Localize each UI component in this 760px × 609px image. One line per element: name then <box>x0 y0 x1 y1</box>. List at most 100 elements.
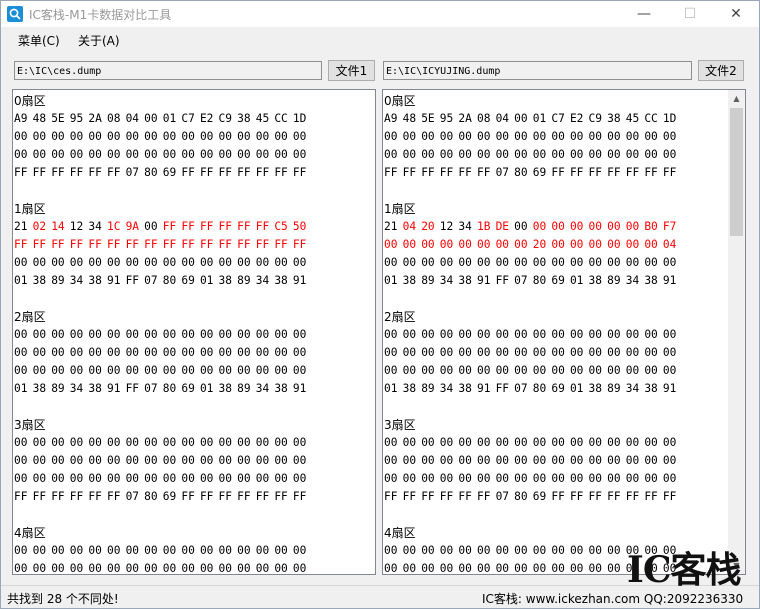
hex-byte: 00 <box>144 130 158 143</box>
hex-byte: 89 <box>51 274 65 287</box>
diff-byte: 00 <box>607 238 621 251</box>
hex-byte: 00 <box>255 256 270 269</box>
close-button[interactable]: ✕ <box>713 1 759 27</box>
hex-byte: 38 <box>458 382 472 395</box>
hex-byte: 00 <box>162 472 177 485</box>
hex-byte: 00 <box>237 544 251 557</box>
hex-byte: 00 <box>476 328 491 341</box>
hex-row: 00 00 00 00 00 00 00 00 00 00 00 00 00 00 00 00 <box>14 146 312 164</box>
maximize-button[interactable]: ☐ <box>667 1 713 27</box>
right-scrollbar[interactable]: ▲ ▼ <box>728 90 745 574</box>
hex-byte: FF <box>625 490 640 503</box>
file2-button[interactable]: 文件2 <box>698 60 744 81</box>
hex-byte: 00 <box>255 364 270 377</box>
hex-row: 01 38 89 34 38 91 FF 07 80 69 01 38 89 34 38 91 <box>14 380 312 398</box>
diff-byte: 00 <box>588 220 603 233</box>
hex-byte: C9 <box>218 112 233 125</box>
hex-byte: 00 <box>402 454 417 467</box>
spacer-row <box>384 182 682 200</box>
hex-byte: 00 <box>439 346 454 359</box>
hex-byte: 00 <box>569 148 584 161</box>
hex-byte: 00 <box>439 436 454 449</box>
left-dump-panel[interactable]: 0扇区 A9 48 5E 95 2A 08 04 00 01 C7 E2 C9 38 45 CC 1D 00 00 0… <box>12 89 376 575</box>
hex-byte: 38 <box>458 274 472 287</box>
diff-byte: C5 <box>274 220 288 233</box>
minimize-button[interactable]: — <box>621 1 667 27</box>
diff-byte: 04 <box>402 220 417 233</box>
hex-byte: 00 <box>384 436 398 449</box>
hex-byte: 00 <box>218 436 233 449</box>
hex-byte: 00 <box>162 256 177 269</box>
title-bar[interactable]: IC客栈-M1卡数据对比工具 — ☐ ✕ <box>1 1 759 27</box>
file1-path-field[interactable]: E:\IC\ces.dump <box>14 61 322 80</box>
hex-byte: 00 <box>274 454 288 467</box>
hex-byte: 00 <box>14 472 28 485</box>
hex-byte: 00 <box>237 346 251 359</box>
hex-byte: 00 <box>495 436 510 449</box>
hex-byte: 00 <box>532 454 547 467</box>
scroll-thumb[interactable] <box>730 108 743 236</box>
file1-button[interactable]: 文件1 <box>328 60 375 81</box>
hex-byte: FF <box>199 490 214 503</box>
hex-row: 00 00 00 00 00 00 00 00 00 00 00 00 00 00 00 00 <box>14 254 312 272</box>
menu-item-menu[interactable]: 菜单(C) <box>18 32 60 49</box>
hex-byte: 69 <box>551 382 565 395</box>
hex-byte: 00 <box>458 328 472 341</box>
hex-byte: 00 <box>495 472 510 485</box>
hex-byte: 00 <box>14 436 28 449</box>
diff-byte: 20 <box>532 238 547 251</box>
hex-byte: 00 <box>588 454 603 467</box>
hex-byte: 00 <box>439 148 454 161</box>
hex-byte: 5E <box>51 112 65 125</box>
hex-byte: FF <box>292 490 307 503</box>
hex-byte: 69 <box>162 490 177 503</box>
hex-byte: 00 <box>255 130 270 143</box>
hex-byte: 00 <box>551 148 565 161</box>
hex-byte: 00 <box>662 364 677 377</box>
hex-byte: 34 <box>88 220 102 233</box>
hex-byte: 00 <box>51 148 65 161</box>
scroll-up-icon[interactable]: ▲ <box>728 90 745 107</box>
hex-byte: 00 <box>69 472 84 485</box>
hex-byte: 00 <box>14 364 28 377</box>
hex-byte: 00 <box>181 436 195 449</box>
hex-byte: 00 <box>88 130 102 143</box>
hex-byte: 00 <box>569 328 584 341</box>
hex-byte: 00 <box>402 328 417 341</box>
hex-byte: 00 <box>402 346 417 359</box>
hex-byte: 00 <box>237 130 251 143</box>
diff-byte: DE <box>495 220 510 233</box>
hex-byte: FF <box>662 166 677 179</box>
hex-byte: 00 <box>421 454 435 467</box>
sector-label: 4扇区 <box>384 526 416 540</box>
hex-byte: 00 <box>199 364 214 377</box>
hex-row: 00 00 00 00 00 00 00 00 00 00 00 00 00 00 00 00 <box>14 128 312 146</box>
hex-byte: 00 <box>237 436 251 449</box>
hex-byte: 00 <box>32 256 47 269</box>
hex-byte: 00 <box>88 256 102 269</box>
hex-byte: 00 <box>569 346 584 359</box>
hex-byte: 00 <box>644 256 658 269</box>
menu-item-about[interactable]: 关于(A) <box>78 32 120 49</box>
hex-byte: 00 <box>495 256 510 269</box>
hex-byte: 00 <box>255 454 270 467</box>
hex-byte: 01 <box>199 274 214 287</box>
file2-path-field[interactable]: E:\IC\ICYUJING.dump <box>383 61 692 80</box>
hex-byte: 00 <box>106 454 121 467</box>
hex-byte: 00 <box>495 562 510 575</box>
spacer-row <box>14 290 312 308</box>
hex-byte: 80 <box>514 490 528 503</box>
hex-byte: A9 <box>14 112 28 125</box>
hex-byte: 00 <box>421 346 435 359</box>
hex-byte: 91 <box>662 382 677 395</box>
hex-byte: 38 <box>644 382 658 395</box>
hex-byte: 00 <box>588 436 603 449</box>
hex-byte: 07 <box>125 166 140 179</box>
right-dump-panel[interactable]: 0扇区 A9 48 5E 95 2A 08 04 00 01 C7 E2 C9 38 45 CC 1D 00 00 0… <box>382 89 746 575</box>
hex-byte: 00 <box>569 436 584 449</box>
hex-byte: 00 <box>32 364 47 377</box>
hex-byte: 38 <box>274 274 288 287</box>
hex-byte: 00 <box>514 328 528 341</box>
sector-label: 1扇区 <box>384 202 416 216</box>
spacer-row <box>14 182 312 200</box>
